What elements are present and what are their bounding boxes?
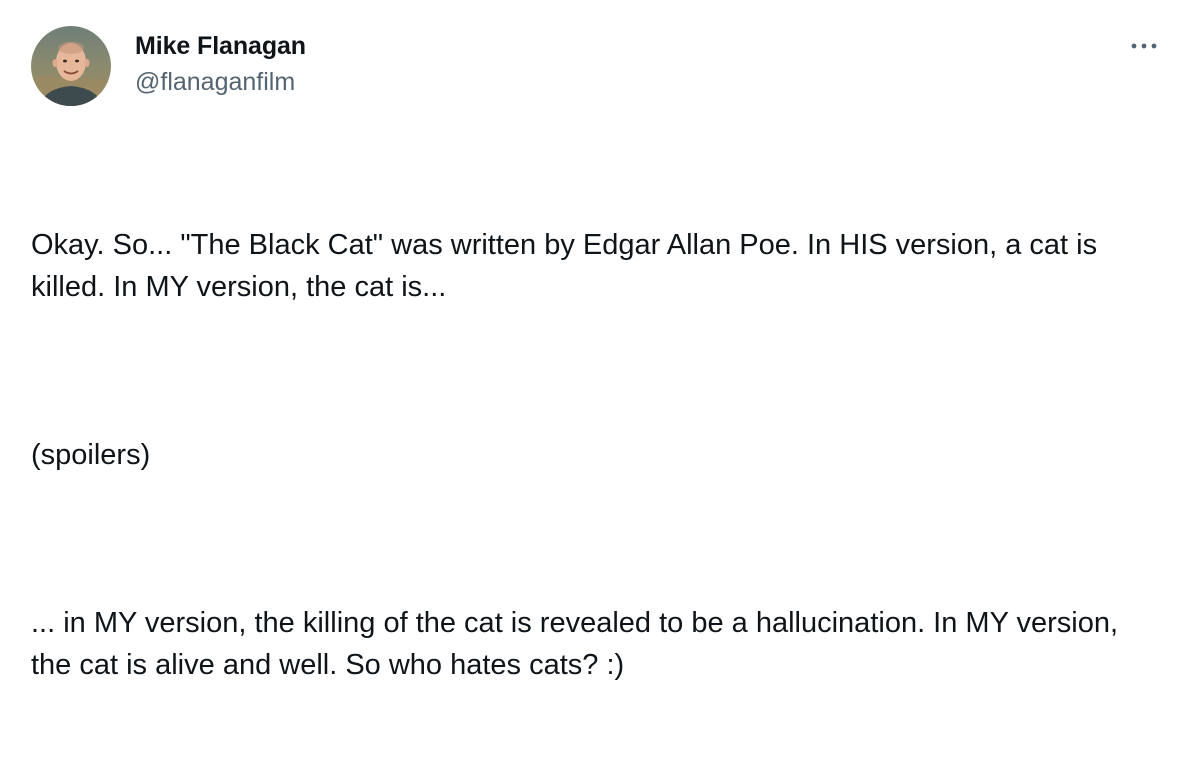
tweet-paragraph: (spoilers) xyxy=(31,439,151,471)
tweet-text: Okay. So... "The Black Cat" was written … xyxy=(31,140,1161,770)
author-handle[interactable]: @flanaganfilm xyxy=(135,66,306,98)
tweet-paragraph: Okay. So... "The Black Cat" was written … xyxy=(31,229,1106,303)
profile-photo-icon xyxy=(31,26,111,106)
avatar[interactable] xyxy=(31,26,111,106)
tweet-card: Mike Flanagan @flanaganfilm Okay. So... … xyxy=(0,0,1192,681)
tweet-paragraph: ... in MY version, the killing of the ca… xyxy=(31,607,1127,681)
author-display-name[interactable]: Mike Flanagan xyxy=(135,30,306,62)
tweet-header: Mike Flanagan @flanaganfilm xyxy=(135,30,306,98)
more-horizontal-icon xyxy=(1131,43,1157,49)
more-options-button[interactable] xyxy=(1124,34,1164,58)
